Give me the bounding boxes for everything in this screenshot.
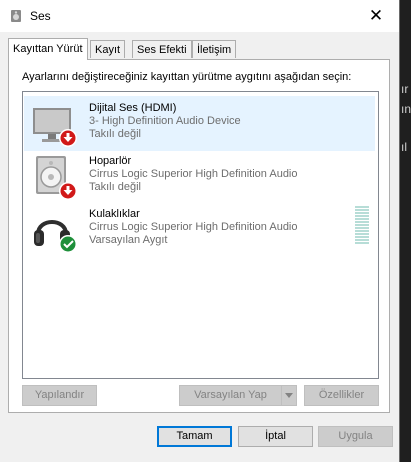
list-item-hdmi[interactable]: Dijital Ses (HDMI) 3- High Definition Au… [24, 96, 375, 151]
properties-button[interactable]: Özellikler [304, 385, 379, 406]
background-text: ıl [401, 140, 407, 154]
ok-button[interactable]: Tamam [157, 426, 232, 447]
device-name: Hoparlör [89, 155, 132, 167]
close-icon: ✕ [368, 6, 384, 25]
tab-sound-effects[interactable]: Ses Efekti [132, 40, 192, 58]
device-description: Cirrus Logic Superior High Definition Au… [89, 221, 298, 233]
configure-button[interactable]: Yapılandır [22, 385, 97, 406]
title-bar[interactable]: Ses ✕ [0, 0, 399, 32]
device-name: Dijital Ses (HDMI) [89, 102, 177, 114]
device-status: Varsayılan Aygıt [89, 234, 168, 246]
cancel-button[interactable]: İptal [238, 426, 313, 447]
tab-communications[interactable]: İletişim [192, 40, 237, 58]
tab-playback[interactable]: Kayıttan Yürüt [8, 38, 88, 60]
tab-recording[interactable]: Kayıt [90, 40, 126, 58]
headphones-icon [34, 220, 77, 253]
speaker-app-icon [11, 10, 21, 22]
speaker-icon [36, 156, 77, 200]
down-arrow-badge-icon [59, 129, 77, 147]
monitor-icon [33, 108, 77, 147]
device-status: Takılı değil [89, 181, 141, 193]
device-list[interactable]: Dijital Ses (HDMI) 3- High Definition Au… [22, 91, 379, 379]
list-item-speaker[interactable]: Hoparlör Cirrus Logic Superior High Defi… [24, 149, 375, 204]
device-description: Cirrus Logic Superior High Definition Au… [89, 168, 298, 180]
close-button[interactable]: ✕ [353, 0, 399, 32]
instruction-text: Ayarlarını değiştireceğiniz kayıttan yür… [22, 71, 352, 83]
set-default-button[interactable]: Varsayılan Yap [179, 385, 282, 406]
device-status: Takılı değil [89, 128, 141, 140]
chevron-down-icon [285, 393, 293, 398]
apply-button[interactable]: Uygula [318, 426, 393, 447]
background-text: ın [401, 102, 411, 116]
device-name: Kulaklıklar [89, 208, 140, 220]
list-item-headphones[interactable]: Kulaklıklar Cirrus Logic Superior High D… [24, 202, 375, 257]
checkmark-badge-icon [59, 235, 77, 253]
set-default-dropdown[interactable] [281, 385, 297, 406]
device-description: 3- High Definition Audio Device [89, 115, 241, 127]
volume-level-meter [355, 206, 369, 246]
background-text: ır [401, 82, 409, 96]
sound-dialog: Ses ✕ Kayıttan Yürüt Kayıt Ses Efekti İl… [0, 0, 400, 462]
window-title: Ses [30, 9, 51, 23]
down-arrow-badge-icon [59, 182, 77, 200]
